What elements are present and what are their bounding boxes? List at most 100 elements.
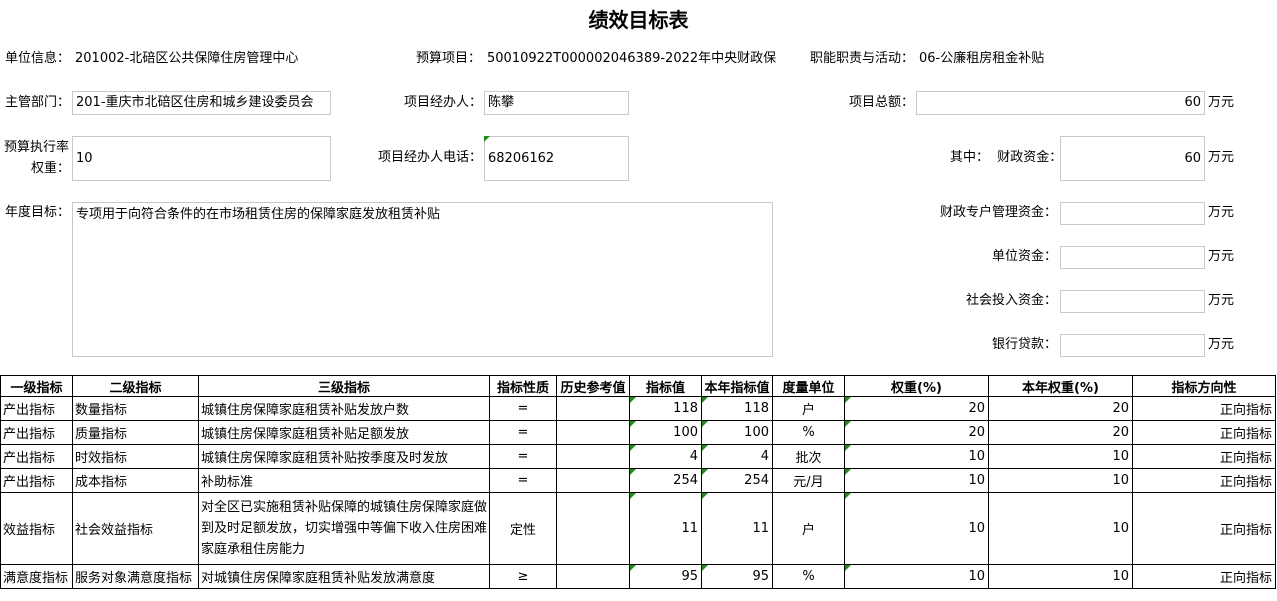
cell-unit[interactable]: 元/月 (772, 468, 845, 493)
goal-field[interactable]: 专项用于向符合条件的在市场租赁住房的保障家庭发放租赁补贴 (72, 202, 773, 357)
table-row: 产出指标 质量指标 城镇住房保障家庭租赁补贴足额发放 = 100 100 % 2… (0, 420, 1276, 445)
unit-wan-social: 万元 (1208, 293, 1235, 308)
cell-unit[interactable]: 批次 (772, 444, 845, 469)
cell-level1[interactable]: 效益指标 (0, 492, 73, 565)
cell-nature[interactable]: = (489, 468, 557, 493)
cell-weight[interactable]: 10 (844, 468, 989, 493)
cell-value-text: 11 (681, 521, 698, 536)
cell-level1[interactable]: 产出指标 (0, 396, 73, 421)
cell-level3[interactable]: 城镇住房保障家庭租赁补贴发放户数 (198, 396, 490, 421)
cell-history[interactable] (556, 420, 630, 445)
cell-year-value[interactable]: 118 (701, 396, 773, 421)
bank-loan-label: 银行贷款： (992, 337, 1058, 352)
cell-history[interactable] (556, 468, 630, 493)
manager-field[interactable]: 陈攀 (484, 91, 629, 115)
cell-year-weight[interactable]: 20 (988, 420, 1133, 445)
cell-weight-text: 10 (968, 521, 985, 536)
cell-level3[interactable]: 对城镇住房保障家庭租赁补贴发放满意度 (198, 564, 490, 589)
cell-year-value[interactable]: 95 (701, 564, 773, 589)
cell-value-text: 100 (673, 425, 698, 440)
cell-nature[interactable]: ≥ (489, 564, 557, 589)
cell-weight[interactable]: 20 (844, 420, 989, 445)
cell-direction[interactable]: 正向指标 (1132, 492, 1276, 565)
cell-marker-icon (702, 493, 708, 499)
cell-value[interactable]: 95 (629, 564, 702, 589)
cell-year-value-text: 4 (760, 449, 769, 464)
budget-item-value: 50010922T000002046389-2022年中央财政保 (487, 51, 777, 66)
social-fund-field[interactable] (1060, 290, 1205, 313)
cell-year-value[interactable]: 100 (701, 420, 773, 445)
cell-history[interactable] (556, 564, 630, 589)
cell-nature[interactable]: = (489, 396, 557, 421)
cell-marker-icon (702, 397, 708, 403)
fiscal-field[interactable]: 60 (1060, 136, 1205, 181)
cell-value[interactable]: 11 (629, 492, 702, 565)
cell-marker-icon (845, 421, 851, 427)
cell-level2[interactable]: 成本指标 (72, 468, 199, 493)
cell-weight[interactable]: 20 (844, 396, 989, 421)
cell-weight[interactable]: 10 (844, 444, 989, 469)
cell-direction[interactable]: 正向指标 (1132, 396, 1276, 421)
cell-direction[interactable]: 正向指标 (1132, 564, 1276, 589)
header-nature: 指标性质 (489, 375, 557, 397)
cell-level1[interactable]: 产出指标 (0, 468, 73, 493)
cell-level1[interactable]: 满意度指标 (0, 564, 73, 589)
cell-level1[interactable]: 产出指标 (0, 444, 73, 469)
cell-weight-text: 10 (968, 449, 985, 464)
cell-unit[interactable]: 户 (772, 396, 845, 421)
cell-nature[interactable]: = (489, 444, 557, 469)
cell-marker-icon (845, 493, 851, 499)
cell-value[interactable]: 118 (629, 396, 702, 421)
cell-year-weight[interactable]: 10 (988, 492, 1133, 565)
cell-level3[interactable]: 补助标准 (198, 468, 490, 493)
cell-direction[interactable]: 正向指标 (1132, 420, 1276, 445)
cell-level1[interactable]: 产出指标 (0, 420, 73, 445)
cell-year-weight[interactable]: 10 (988, 468, 1133, 493)
cell-level3[interactable]: 城镇住房保障家庭租赁补贴足额发放 (198, 420, 490, 445)
cell-value[interactable]: 100 (629, 420, 702, 445)
cell-value[interactable]: 254 (629, 468, 702, 493)
cell-marker-icon (702, 469, 708, 475)
header-year-weight: 本年权重(%) (988, 375, 1133, 397)
cell-year-weight[interactable]: 20 (988, 396, 1133, 421)
cell-weight[interactable]: 10 (844, 564, 989, 589)
cell-year-weight[interactable]: 10 (988, 444, 1133, 469)
cell-history[interactable] (556, 492, 630, 565)
cell-marker-icon (630, 469, 636, 475)
cell-level3[interactable]: 城镇住房保障家庭租赁补贴按季度及时发放 (198, 444, 490, 469)
cell-history[interactable] (556, 396, 630, 421)
cell-weight[interactable]: 10 (844, 492, 989, 565)
cell-level2[interactable]: 时效指标 (72, 444, 199, 469)
cell-level3[interactable]: 对全区已实施租赁补贴保障的城镇住房保障家庭做到及时足额发放，切实增强中等偏下收入… (198, 492, 490, 565)
cell-level2[interactable]: 社会效益指标 (72, 492, 199, 565)
cell-value[interactable]: 4 (629, 444, 702, 469)
unit-fund-field[interactable] (1060, 246, 1205, 269)
cell-history[interactable] (556, 444, 630, 469)
cell-nature[interactable]: 定性 (489, 492, 557, 565)
bank-loan-field[interactable] (1060, 334, 1205, 357)
cell-unit[interactable]: % (772, 420, 845, 445)
cell-year-value-text: 95 (752, 569, 769, 584)
cell-level2[interactable]: 质量指标 (72, 420, 199, 445)
cell-level2[interactable]: 服务对象满意度指标 (72, 564, 199, 589)
special-fund-field[interactable] (1060, 202, 1205, 225)
cell-unit[interactable]: 户 (772, 492, 845, 565)
cell-direction[interactable]: 正向指标 (1132, 444, 1276, 469)
cell-year-value[interactable]: 254 (701, 468, 773, 493)
cell-year-value[interactable]: 4 (701, 444, 773, 469)
cell-nature[interactable]: = (489, 420, 557, 445)
cell-direction[interactable]: 正向指标 (1132, 468, 1276, 493)
phone-field[interactable]: 68206162 (484, 136, 629, 181)
cell-level2[interactable]: 数量指标 (72, 396, 199, 421)
cell-year-value[interactable]: 11 (701, 492, 773, 565)
header-value: 指标值 (629, 375, 702, 397)
cell-value-text: 254 (673, 473, 698, 488)
cell-unit[interactable]: % (772, 564, 845, 589)
table-row: 产出指标 数量指标 城镇住房保障家庭租赁补贴发放户数 = 118 118 户 2… (0, 396, 1276, 421)
exec-weight-field[interactable]: 10 (72, 136, 331, 181)
cell-marker-icon (702, 565, 708, 571)
total-field[interactable]: 60 (916, 91, 1205, 115)
function-value: 06-公廉租房租金补贴 (919, 51, 1045, 66)
dept-field[interactable]: 201-重庆市北碚区住房和城乡建设委员会 (72, 91, 331, 115)
cell-year-weight[interactable]: 10 (988, 564, 1133, 589)
